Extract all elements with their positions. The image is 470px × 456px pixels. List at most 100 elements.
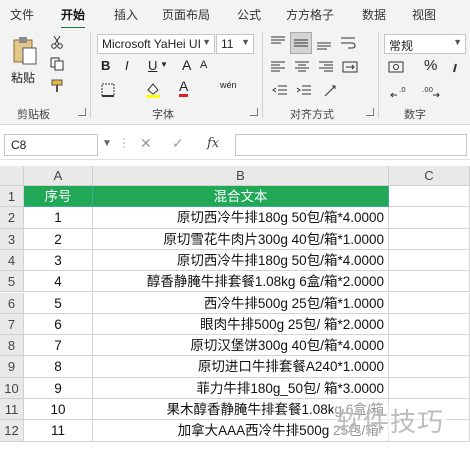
row-header[interactable]: 10: [0, 377, 24, 399]
table-cell[interactable]: 11: [24, 420, 93, 442]
table-cell[interactable]: 7: [24, 335, 93, 357]
percent-button[interactable]: %: [424, 57, 437, 74]
increase-decimal-icon[interactable]: .0: [388, 82, 410, 100]
copy-icon[interactable]: [49, 56, 65, 72]
align-right-icon[interactable]: [316, 58, 336, 76]
cancel-icon[interactable]: ✕: [140, 135, 152, 152]
table-cell[interactable]: [389, 356, 470, 378]
align-middle-icon[interactable]: [290, 32, 312, 54]
table-cell[interactable]: [389, 377, 470, 399]
clipboard-launcher-icon[interactable]: [78, 108, 86, 116]
table-cell[interactable]: [389, 228, 470, 250]
table-header-cell[interactable]: 序号: [24, 186, 93, 208]
tab-file[interactable]: 文件: [10, 6, 34, 23]
table-cell[interactable]: 菲力牛排180g_50包/ 箱*3.0000: [93, 377, 389, 399]
comma-style-icon[interactable]: [446, 58, 466, 76]
column-header-a[interactable]: A: [24, 166, 93, 186]
tab-page-layout[interactable]: 页面布局: [162, 6, 210, 23]
confirm-icon[interactable]: ✓: [172, 135, 184, 152]
tab-data[interactable]: 数据: [362, 6, 386, 23]
fx-icon[interactable]: fx: [207, 136, 219, 151]
align-center-icon[interactable]: [292, 58, 312, 76]
column-header-c[interactable]: C: [389, 166, 470, 186]
table-cell[interactable]: [389, 292, 470, 314]
format-painter-icon[interactable]: [49, 78, 65, 94]
tab-insert[interactable]: 插入: [114, 6, 138, 23]
table-cell[interactable]: 原切西冷牛排180g 50包/箱*4.0000: [93, 249, 389, 272]
formula-input[interactable]: [235, 134, 467, 156]
font-color-button[interactable]: A: [179, 79, 189, 97]
table-cell[interactable]: 原切进口牛排套餐A240*1.0000: [93, 356, 389, 378]
table-cell[interactable]: 1: [24, 207, 93, 229]
table-cell[interactable]: 10: [24, 399, 93, 421]
shrink-font-button[interactable]: A: [200, 59, 207, 71]
row-header[interactable]: 12: [0, 420, 24, 442]
wrap-text-icon[interactable]: [338, 34, 358, 52]
phonetic-button[interactable]: wén: [220, 80, 237, 90]
table-cell[interactable]: 3: [24, 249, 93, 272]
bold-button[interactable]: B: [101, 58, 110, 73]
currency-icon[interactable]: [386, 58, 408, 76]
underline-button[interactable]: U: [148, 58, 157, 73]
table-cell[interactable]: 西冷牛排500g 25包/箱*1.0000: [93, 292, 389, 314]
orientation-icon[interactable]: [320, 82, 340, 100]
grow-font-button[interactable]: A: [182, 57, 191, 73]
row-header[interactable]: 11: [0, 399, 24, 421]
italic-button[interactable]: I: [125, 58, 129, 73]
table-cell[interactable]: 醇香静腌牛排套餐1.08kg 6盒/箱*2.0000: [93, 271, 389, 293]
row-header[interactable]: 8: [0, 335, 24, 357]
fill-color-icon[interactable]: [144, 80, 162, 100]
font-name-select[interactable]: Microsoft YaHei UI ▼: [97, 34, 215, 54]
name-box-dropdown-icon[interactable]: ▼: [102, 138, 112, 149]
table-cell[interactable]: [389, 207, 470, 229]
chevron-down-icon[interactable]: ▼: [160, 60, 168, 69]
border-icon[interactable]: [100, 82, 116, 98]
table-cell[interactable]: 原切雪花牛肉片300g 40包/箱*1.0000: [93, 228, 389, 250]
row-header[interactable]: 4: [0, 249, 24, 272]
table-cell[interactable]: 原切西冷牛排180g 50包/箱*4.0000: [93, 207, 389, 229]
merge-cells-icon[interactable]: [340, 58, 360, 76]
table-header-cell[interactable]: 混合文本: [93, 186, 389, 208]
table-cell[interactable]: 4: [24, 271, 93, 293]
table-cell[interactable]: 6: [24, 313, 93, 336]
tab-fangfang[interactable]: 方方格子: [286, 6, 334, 23]
row-header[interactable]: 9: [0, 356, 24, 378]
paste-icon[interactable]: [10, 34, 40, 68]
table-cell[interactable]: 原切汉堡饼300g 40包/箱*4.0000: [93, 335, 389, 357]
table-cell[interactable]: [389, 335, 470, 357]
tab-view[interactable]: 视图: [412, 6, 436, 23]
table-cell[interactable]: 2: [24, 228, 93, 250]
align-bottom-icon[interactable]: [314, 34, 334, 52]
table-cell[interactable]: [389, 249, 470, 272]
font-size-value: 11: [221, 37, 234, 51]
cut-icon[interactable]: [49, 34, 65, 50]
increase-indent-icon[interactable]: [294, 82, 314, 100]
alignment-launcher-icon[interactable]: [366, 108, 374, 116]
decrease-indent-icon[interactable]: [270, 82, 290, 100]
tab-formulas[interactable]: 公式: [237, 6, 261, 23]
decrease-decimal-icon[interactable]: .00: [420, 82, 442, 100]
paste-label[interactable]: 粘贴: [11, 69, 35, 86]
row-header[interactable]: 1: [0, 186, 24, 208]
row-header[interactable]: 6: [0, 292, 24, 314]
tab-home[interactable]: 开始: [61, 6, 86, 29]
table-cell[interactable]: [389, 271, 470, 293]
table-cell[interactable]: 8: [24, 356, 93, 378]
row-header[interactable]: 7: [0, 313, 24, 336]
row-header[interactable]: 2: [0, 207, 24, 229]
font-launcher-icon[interactable]: [250, 108, 258, 116]
table-cell[interactable]: [389, 186, 470, 208]
font-size-select[interactable]: 11 ▼: [216, 34, 254, 54]
row-header[interactable]: 3: [0, 228, 24, 250]
number-format-select[interactable]: 常规 ▼: [384, 34, 466, 54]
align-top-icon[interactable]: [268, 34, 288, 52]
table-cell[interactable]: [389, 313, 470, 336]
align-left-icon[interactable]: [268, 58, 288, 76]
table-cell[interactable]: 9: [24, 377, 93, 399]
row-header[interactable]: 5: [0, 271, 24, 293]
column-header-b[interactable]: B: [93, 166, 389, 186]
table-cell[interactable]: 5: [24, 292, 93, 314]
select-all-corner[interactable]: [0, 166, 24, 186]
name-box[interactable]: C8: [4, 134, 98, 156]
table-cell[interactable]: 眼肉牛排500g 25包/ 箱*2.0000: [93, 313, 389, 336]
